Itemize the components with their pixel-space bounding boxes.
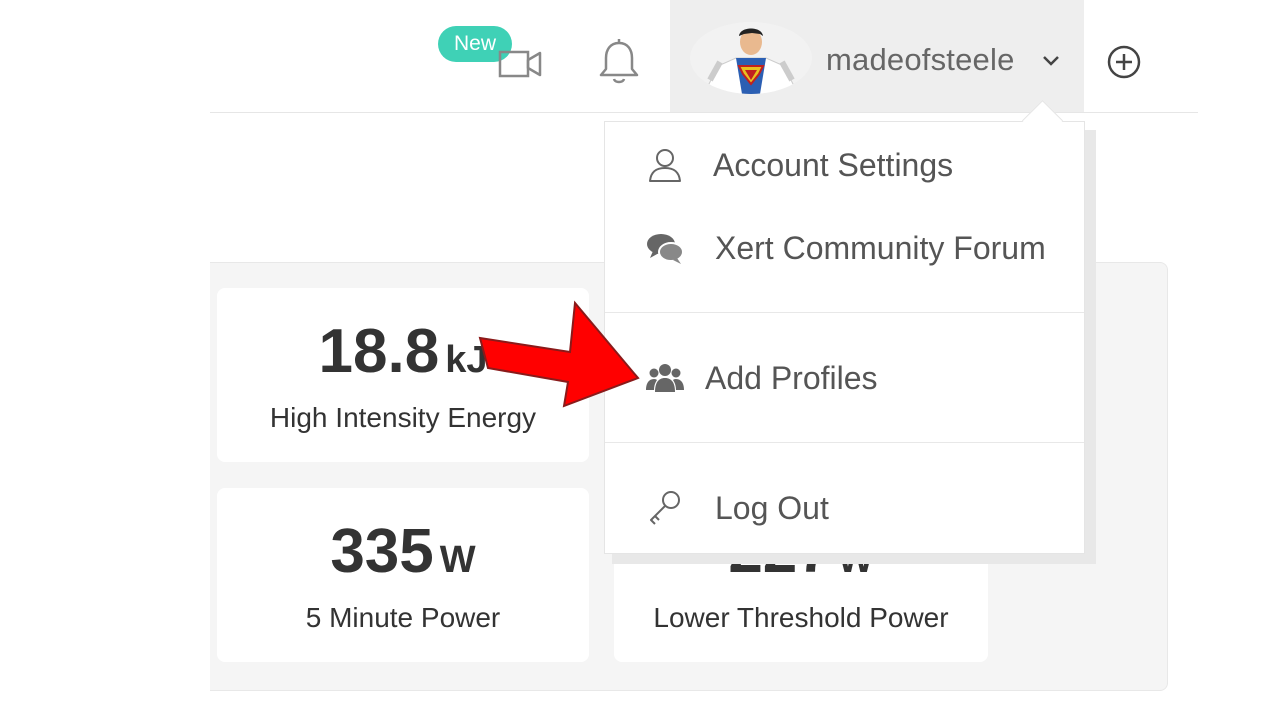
- user-menu-toggle[interactable]: madeofsteele: [670, 0, 1084, 112]
- metric-label: 5 Minute Power: [305, 602, 501, 633]
- menu-item-label: Xert Community Forum: [715, 230, 1046, 266]
- users-icon: [646, 364, 684, 392]
- menu-divider: [605, 442, 1084, 443]
- comments-icon: [647, 234, 684, 264]
- username: madeofsteele: [826, 42, 1015, 77]
- superman-avatar-icon: [690, 22, 812, 94]
- metric-value: 335: [330, 517, 434, 586]
- bell-icon[interactable]: [596, 38, 642, 86]
- red-arrow-icon: [478, 300, 640, 408]
- menu-item-label: Log Out: [715, 490, 829, 526]
- metric-value: 18.8: [318, 317, 440, 386]
- user-dropdown-menu: Account Settings Xert Community Forum Ad…: [604, 121, 1085, 554]
- key-icon: [650, 491, 680, 525]
- menu-item-label: Account Settings: [713, 147, 954, 183]
- chevron-down-icon: [1043, 56, 1059, 66]
- menu-item-log-out[interactable]: Log Out: [605, 478, 1084, 538]
- menu-item-account-settings[interactable]: Account Settings: [605, 135, 1084, 195]
- add-circle-icon[interactable]: [1106, 44, 1142, 80]
- video-camera-icon: [498, 50, 542, 78]
- metric-card-5-minute-power: 335 W 5 Minute Power: [217, 488, 589, 662]
- menu-item-label: Add Profiles: [705, 360, 878, 396]
- metric-unit: W: [439, 539, 476, 581]
- metric-label: Lower Threshold Power: [653, 602, 949, 633]
- menu-item-community-forum[interactable]: Xert Community Forum: [605, 218, 1084, 278]
- avatar: [690, 22, 812, 94]
- menu-divider: [605, 312, 1084, 313]
- user-icon: [649, 149, 681, 182]
- menu-item-add-profiles[interactable]: Add Profiles: [605, 348, 1084, 408]
- video-button[interactable]: New: [438, 24, 548, 84]
